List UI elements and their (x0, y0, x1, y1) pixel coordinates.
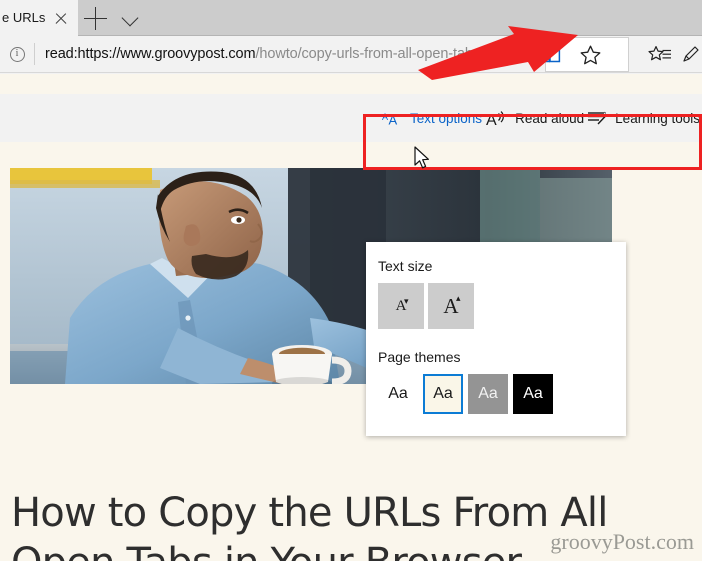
caret-down-icon: ▾ (404, 296, 409, 306)
learning-tools-label: Learning tools (615, 110, 700, 126)
browser-window: e URLs I i read:https://www.groovypost.c… (0, 0, 702, 561)
text-options-flyout: Text size A ▾ A ▴ Page themes Aa Aa Aa A… (366, 242, 626, 436)
theme-gray[interactable]: Aa (468, 374, 508, 414)
browser-tab[interactable]: e URLs I (0, 0, 78, 36)
theme-white[interactable]: Aa (378, 374, 418, 414)
theme-white-glyph: Aa (388, 385, 408, 402)
read-aloud-button[interactable]: A Read aloud (484, 106, 586, 131)
theme-black[interactable]: Aa (513, 374, 553, 414)
reading-view-icon[interactable] (530, 36, 570, 73)
theme-gray-glyph: Aa (478, 385, 498, 402)
site-info-icon[interactable]: i (0, 36, 34, 73)
url-path: /howto/copy-urls-from-all-open-tabs-in-b… (255, 46, 556, 62)
new-tab-icon[interactable] (84, 7, 107, 30)
text-size-label: Text size (378, 258, 433, 274)
info-glyph: i (9, 46, 25, 62)
favorites-hub-icon[interactable] (640, 36, 680, 73)
page-theme-group: Aa Aa Aa Aa (378, 374, 626, 414)
reader-page: A A Text options A Read aloud Learning t… (0, 74, 702, 561)
browser-toolbar-buttons (530, 36, 702, 73)
read-aloud-icon: A (486, 110, 508, 129)
decrease-text-size-button[interactable]: A ▾ (378, 283, 424, 329)
url-scheme-host: read:https://www.groovypost.com (45, 46, 256, 62)
tab-title: e URLs I (2, 10, 50, 25)
caret-up-icon: ▴ (456, 293, 461, 303)
svg-text:A: A (382, 112, 388, 122)
read-aloud-label: Read aloud (515, 110, 585, 126)
theme-sepia[interactable]: Aa (423, 374, 463, 414)
text-options-label: Text options (410, 110, 483, 126)
svg-text:A: A (486, 112, 497, 127)
text-size-button-group: A ▾ A ▴ (378, 283, 626, 329)
page-themes-label: Page themes (378, 349, 461, 365)
learning-tools-button[interactable]: Learning tools (586, 106, 702, 130)
increase-text-size-button[interactable]: A ▴ (428, 283, 474, 329)
make-note-icon[interactable] (680, 36, 702, 73)
watermark: groovyPost.com (550, 529, 694, 554)
aa-icon: A A (382, 110, 403, 128)
close-tab-icon[interactable] (50, 7, 72, 29)
favorite-star-icon[interactable] (570, 36, 610, 73)
article-title: How to Copy the URLs From All Open Tabs … (11, 490, 608, 561)
chevron-down-icon[interactable] (122, 12, 140, 24)
svg-text:A: A (389, 112, 398, 127)
learning-tools-icon (588, 110, 608, 126)
page-top-strip (0, 74, 702, 94)
text-options-button[interactable]: A A Text options (380, 106, 484, 131)
theme-black-glyph: Aa (523, 385, 543, 402)
theme-sepia-glyph: Aa (433, 385, 453, 402)
tab-strip: e URLs I (0, 0, 702, 36)
reader-toolbar: A A Text options A Read aloud Learning t… (368, 94, 702, 142)
